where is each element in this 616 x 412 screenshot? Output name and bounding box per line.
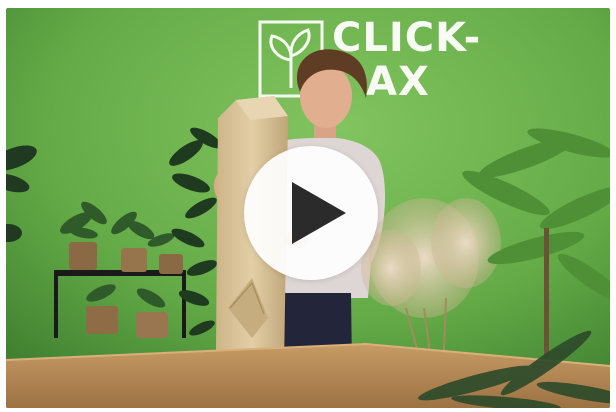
brand-logo-text: CLICK- AX [332, 16, 481, 104]
play-button[interactable] [244, 146, 378, 280]
play-icon [292, 182, 346, 244]
video-player[interactable]: CLICK- AX [6, 8, 610, 408]
brand-logo-line-1: CLICK- [332, 15, 482, 61]
brand-logo-line-2: AX [366, 59, 430, 105]
